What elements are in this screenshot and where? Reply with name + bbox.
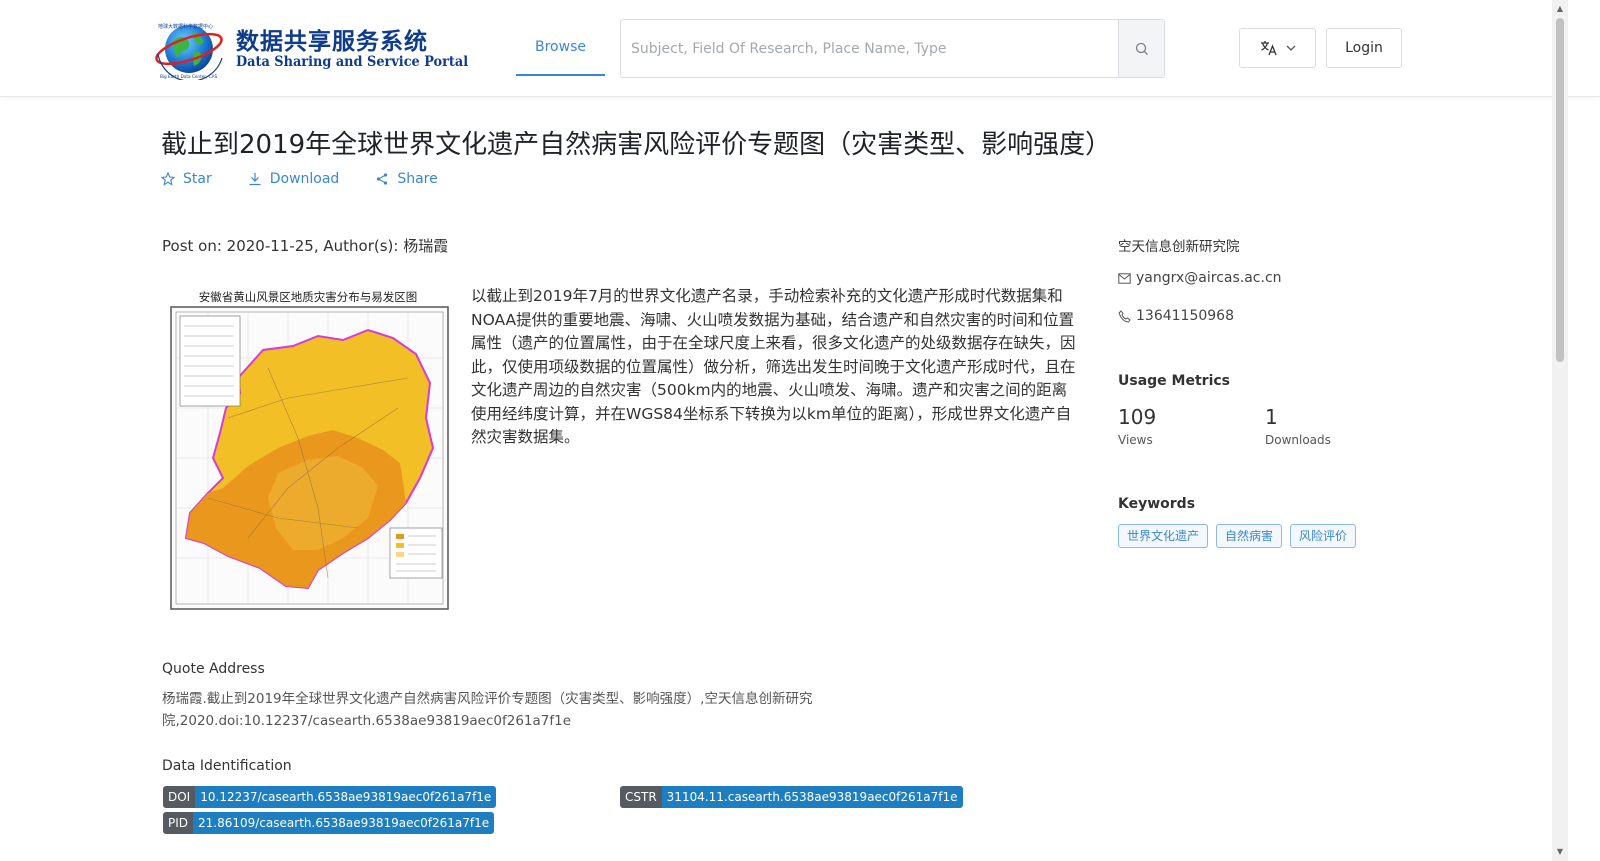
globe-logo-icon: 地球大数据科学数据中心 Big Earth Data Center, CAS [155, 23, 223, 80]
post-info: Post on: 2020-11-25, Author(s): 杨瑞霞 [162, 237, 449, 255]
doi-badge[interactable]: DOI 10.12237/casearth.6538ae93819aec0f26… [163, 786, 497, 808]
dataset-thumbnail[interactable]: 安徽省黄山风景区地质灾害分布与易发区图 [168, 288, 452, 612]
contact-phone: 13641150968 [1118, 308, 1234, 324]
nav-browse-tab[interactable]: Browse [516, 20, 605, 76]
cstr-value: 31104.11.casearth.6538ae93819aec0f261a7f… [661, 786, 963, 808]
organization-name: 空天信息创新研究院 [1118, 239, 1240, 255]
pid-value: 21.86109/casearth.6538ae93819aec0f261a7f… [193, 812, 495, 834]
star-label: Star [183, 171, 212, 187]
doi-value: 10.12237/casearth.6538ae93819aec0f261a7f… [195, 786, 497, 808]
views-count: 109 [1118, 405, 1157, 429]
thumbnail-title: 安徽省黄山风景区地质灾害分布与易发区图 [199, 290, 418, 304]
scroll-thumb[interactable] [1556, 18, 1564, 362]
download-icon [249, 173, 261, 186]
quote-address-label: Quote Address [162, 661, 265, 677]
logo-title-en: Data Sharing and Service Portal [236, 54, 469, 70]
dataset-actions: Star Download Share [161, 168, 474, 190]
pid-key: PID [163, 812, 194, 834]
email-text: yangrx@aircas.ac.cn [1136, 270, 1282, 286]
share-icon [377, 173, 388, 185]
share-label: Share [397, 171, 438, 187]
data-identification-label: Data Identification [162, 758, 292, 774]
logo-ring-text: 地球大数据科学数据中心 [158, 23, 213, 30]
search-icon [1135, 42, 1148, 55]
download-button[interactable]: Download [248, 168, 340, 190]
dataset-description: 以截止到2019年7月的世界文化遗产名录，手动检索补充的文化遗产形成时代数据集和… [471, 287, 1076, 446]
cstr-key: CSTR [620, 786, 662, 808]
keyword-list: 世界文化遗产 自然病害 风险评价 [1118, 524, 1357, 548]
downloads-metric: 1 Downloads [1265, 405, 1331, 447]
logo-title-cn: 数据共享服务系统 [236, 29, 428, 55]
scroll-up-arrow-icon[interactable]: ▲ [1552, 2, 1568, 16]
star-button[interactable]: Star [161, 168, 212, 190]
page-scrollbar[interactable]: ▲ ▼ [1552, 0, 1568, 861]
star-icon [161, 172, 175, 186]
views-metric: 109 Views [1118, 405, 1156, 447]
search-bar [620, 19, 1165, 78]
page-title: 截止到2019年全球世界文化遗产自然病害风险评价专题图（灾害类型、影响强度） [161, 130, 1112, 160]
chevron-down-icon [1286, 45, 1295, 51]
share-button[interactable]: Share [375, 168, 438, 190]
downloads-label: Downloads [1265, 433, 1331, 447]
language-switcher[interactable] [1239, 28, 1316, 68]
downloads-count: 1 [1265, 405, 1278, 429]
phone-text: 13641150968 [1136, 308, 1234, 324]
keywords-heading: Keywords [1118, 496, 1196, 512]
keyword-tag[interactable]: 自然病害 [1216, 524, 1283, 548]
usage-metrics-heading: Usage Metrics [1118, 373, 1230, 389]
login-button[interactable]: Login [1326, 28, 1402, 68]
download-label: Download [269, 171, 340, 187]
site-header: 地球大数据科学数据中心 Big Earth Data Center, CAS 数… [0, 0, 1600, 97]
doi-key: DOI [163, 786, 196, 808]
translate-icon [1260, 41, 1277, 56]
pid-badge[interactable]: PID 21.86109/casearth.6538ae93819aec0f26… [163, 812, 495, 834]
keyword-tag[interactable]: 风险评价 [1290, 524, 1357, 548]
keyword-tag[interactable]: 世界文化遗产 [1118, 524, 1209, 548]
scroll-down-arrow-icon[interactable]: ▼ [1552, 845, 1568, 859]
search-button[interactable] [1118, 20, 1164, 77]
cstr-badge[interactable]: CSTR 31104.11.casearth.6538ae93819aec0f2… [620, 786, 963, 808]
mail-icon [1118, 272, 1131, 284]
quote-address-text: 杨瑞霞.截止到2019年全球世界文化遗产自然病害风险评价专题图（灾害类型、影响强… [162, 691, 813, 729]
contact-email[interactable]: yangrx@aircas.ac.cn [1118, 270, 1282, 286]
search-input[interactable] [621, 20, 1118, 77]
site-logo[interactable]: 地球大数据科学数据中心 Big Earth Data Center, CAS 数… [152, 18, 468, 80]
map-thumbnail-image: 安徽省黄山风景区地质灾害分布与易发区图 [170, 290, 449, 610]
phone-icon [1118, 309, 1131, 323]
views-label: Views [1118, 433, 1153, 447]
logo-ring-text-en: Big Earth Data Center, CAS [160, 74, 217, 79]
